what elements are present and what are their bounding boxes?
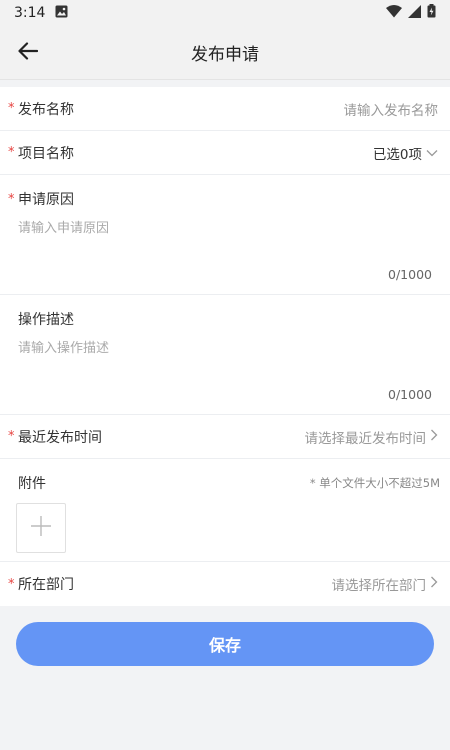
recent-time-placeholder: 请选择最近发布时间	[304, 430, 427, 447]
footer: 保存	[0, 606, 450, 682]
page-title: 发布申请	[191, 45, 259, 65]
reason-textarea[interactable]	[18, 217, 432, 267]
recent-time-row[interactable]: * 最近发布时间 请选择最近发布时间	[0, 415, 450, 459]
required-mark: *	[8, 101, 15, 116]
required-mark: *	[8, 429, 15, 444]
chevron-right-icon	[430, 576, 438, 592]
battery-icon	[427, 4, 436, 22]
status-time: 3:14	[14, 5, 46, 21]
project-name-value: 已选0项	[372, 146, 422, 163]
status-icons	[386, 4, 436, 22]
department-label: 所在部门	[18, 577, 74, 593]
attachment-size-hint: * 单个文件大小不超过5M	[309, 476, 440, 490]
project-name-select[interactable]: 已选0项	[373, 143, 438, 163]
recent-time-label: 最近发布时间	[18, 429, 102, 446]
required-mark: *	[8, 145, 15, 160]
status-bar: 3:14	[0, 0, 450, 26]
release-name-input[interactable]: 请输入发布名称	[344, 99, 439, 119]
plus-icon	[30, 515, 52, 541]
image-notification-icon	[55, 5, 68, 22]
operation-label: 操作描述	[18, 312, 74, 328]
arrow-left-icon	[18, 41, 39, 64]
department-row[interactable]: * 所在部门 请选择所在部门	[0, 562, 450, 606]
operation-block: 操作描述 0/1000	[0, 295, 450, 415]
release-form: * 发布名称 请输入发布名称 * 项目名称 已选0项 * 申请原因 0/1000…	[0, 87, 450, 606]
back-button[interactable]	[0, 26, 56, 80]
project-name-label: 项目名称	[18, 145, 74, 162]
attachment-block: 附件 * 单个文件大小不超过5M	[0, 459, 450, 562]
reason-block: * 申请原因 0/1000	[0, 175, 450, 295]
attachment-label: 附件	[18, 476, 46, 492]
app-bar: 发布申请	[0, 26, 450, 80]
release-name-label: 发布名称	[18, 101, 74, 118]
chevron-right-icon	[430, 429, 438, 445]
project-name-row[interactable]: * 项目名称 已选0项	[0, 131, 450, 175]
upload-button[interactable]	[16, 503, 66, 553]
department-picker[interactable]: 请选择所在部门	[332, 574, 439, 594]
reason-char-counter: 0/1000	[388, 267, 432, 282]
reason-label: 申请原因	[18, 192, 74, 208]
wifi-icon	[386, 4, 402, 22]
recent-time-picker[interactable]: 请选择最近发布时间	[305, 427, 439, 447]
operation-char-counter: 0/1000	[388, 387, 432, 402]
save-button[interactable]: 保存	[16, 622, 434, 666]
operation-textarea[interactable]	[18, 337, 432, 387]
signal-icon	[408, 4, 421, 22]
required-mark: *	[8, 191, 15, 207]
chevron-down-icon	[426, 145, 438, 161]
release-name-row[interactable]: * 发布名称 请输入发布名称	[0, 87, 450, 131]
required-mark: *	[8, 576, 15, 592]
department-placeholder: 请选择所在部门	[331, 578, 427, 594]
